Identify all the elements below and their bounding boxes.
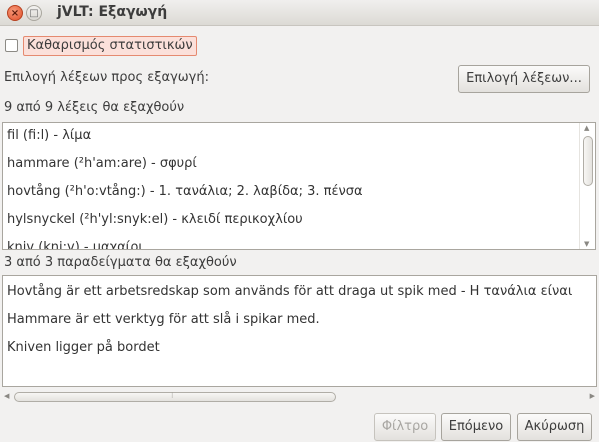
- scroll-down-icon[interactable]: ▼: [584, 240, 589, 248]
- list-item[interactable]: hylsnyckel (²h'yl:snyk:el) - κλειδί περι…: [7, 212, 303, 227]
- cancel-button[interactable]: Ακύρωση: [517, 413, 592, 441]
- select-words-button[interactable]: Επιλογή λέξεων...: [458, 65, 590, 93]
- maximize-icon: □: [29, 8, 39, 19]
- maximize-window-button[interactable]: □: [26, 5, 42, 21]
- words-scroll-thumb[interactable]: [583, 136, 593, 186]
- clear-stats-checkbox[interactable]: [5, 39, 18, 52]
- examples-list[interactable]: Hovtång är ett arbetsredskap som används…: [2, 275, 597, 387]
- clear-stats-label[interactable]: Καθαρισμός στατιστικών: [23, 36, 197, 56]
- examples-count-label: 3 από 3 παραδείγματα θα εξαχθούν: [4, 255, 237, 270]
- list-item[interactable]: hovtång (²h'o:vtång:) - 1. τανάλια; 2. λ…: [7, 184, 363, 199]
- title-bar: × □ jVLT: Εξαγωγή: [0, 0, 599, 26]
- words-count-label: 9 από 9 λέξεις θα εξαχθούν: [4, 100, 185, 115]
- next-button[interactable]: Επόμενο: [441, 413, 511, 441]
- window-title: jVLT: Εξαγωγή: [57, 4, 168, 20]
- words-list[interactable]: fil (fi:l) - λίμα hammare (²h'am:are) - …: [2, 122, 596, 250]
- scroll-up-icon[interactable]: ▲: [584, 124, 589, 132]
- scroll-grip-icon: ⁝: [171, 391, 174, 400]
- examples-horizontal-scrollbar[interactable]: ◀ ⁝ ▶: [2, 389, 597, 405]
- scroll-right-icon[interactable]: ▶: [590, 392, 595, 400]
- list-item[interactable]: fil (fi:l) - λίμα: [7, 128, 91, 143]
- close-window-button[interactable]: ×: [7, 5, 23, 21]
- list-item[interactable]: hammare (²h'am:are) - σφυρί: [7, 156, 197, 171]
- examples-scroll-thumb[interactable]: ⁝: [14, 391, 336, 402]
- scroll-left-icon[interactable]: ◀: [4, 392, 9, 400]
- words-vertical-scrollbar[interactable]: ▲ ▼: [579, 123, 595, 249]
- filter-button[interactable]: Φίλτρο: [374, 413, 436, 441]
- list-item[interactable]: Hammare är ett verktyg för att slå i spi…: [7, 312, 320, 327]
- close-icon: ×: [10, 8, 20, 19]
- list-item[interactable]: kniv (kni:v) - μαχαίρι: [7, 240, 143, 249]
- list-item[interactable]: Kniven ligger på bordet: [7, 340, 160, 355]
- word-selection-label: Επιλογή λέξεων προς εξαγωγή:: [4, 70, 209, 85]
- list-item[interactable]: Hovtång är ett arbetsredskap som används…: [7, 284, 572, 299]
